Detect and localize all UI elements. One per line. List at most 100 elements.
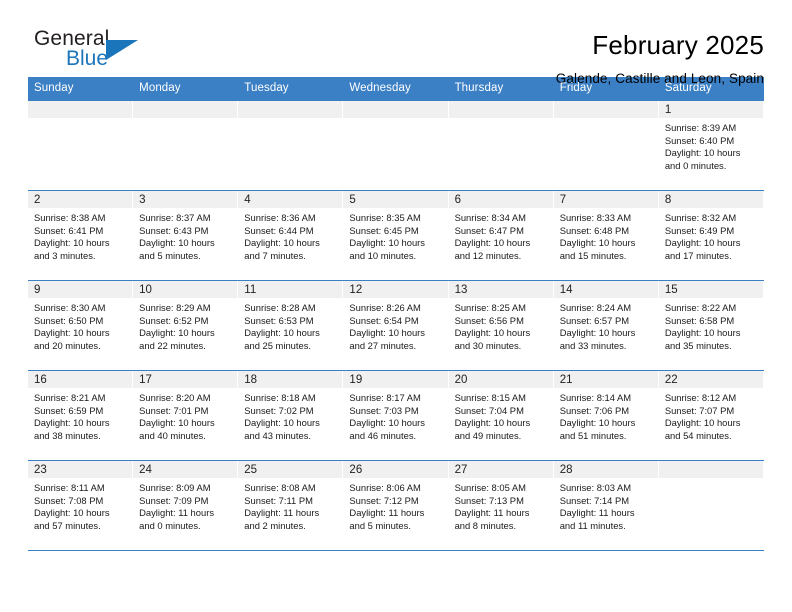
calendar-day-cell[interactable]: 5 Sunrise: 8:35 AM Sunset: 6:45 PM Daylight… (343, 190, 449, 281)
calendar-day-cell[interactable]: 14 Sunrise: 8:24 AM Sunset: 6:57 PM Dayligh… (553, 280, 659, 371)
calendar-day-cell[interactable]: 12 Sunrise: 8:26 AM Sunset: 6:54 PM Dayligh… (343, 280, 449, 371)
daylight-text-line2: and 5 minutes. (349, 519, 411, 531)
calendar-day-cell[interactable]: 1 Sunrise: 8:39 AM Sunset: 6:40 PM Daylight… (658, 100, 764, 191)
calendar-day-cell-empty (343, 100, 449, 191)
sunset-text: Sunset: 6:49 PM (664, 224, 735, 236)
day-number: 10 (133, 281, 239, 298)
sunset-text: Sunset: 6:45 PM (349, 224, 419, 236)
calendar-day-cell[interactable]: 4 Sunrise: 8:36 AM Sunset: 6:44 PM Daylight… (238, 190, 344, 281)
sunrise-text: Sunrise: 8:30 AM (34, 302, 106, 313)
brand-logo[interactable]: General Blue (28, 28, 178, 74)
calendar-day-cell[interactable]: 28 Sunrise: 8:03 AM Sunset: 7:14 PM Dayligh… (553, 460, 659, 551)
day-details: Sunrise: 8:12 AM Sunset: 7:07 PM Daylight:… (659, 388, 764, 442)
daylight-text-line1: Daylight: 11 hours (349, 507, 425, 519)
calendar-day-cell[interactable]: 18 Sunrise: 8:18 AM Sunset: 7:02 PM Dayligh… (238, 370, 344, 461)
sunrise-text: Sunrise: 8:38 AM (34, 212, 106, 223)
day-number: 16 (28, 371, 134, 388)
daylight-text-line2: and 2 minutes. (244, 519, 306, 531)
sunset-text: Sunset: 7:07 PM (664, 404, 735, 416)
sunset-text: Sunset: 7:08 PM (34, 494, 104, 506)
calendar-day-cell[interactable]: 3 Sunrise: 8:37 AM Sunset: 6:43 PM Daylight… (133, 190, 239, 281)
sunrise-text: Sunrise: 8:26 AM (349, 302, 421, 313)
sunrise-text: Sunrise: 8:25 AM (454, 302, 526, 313)
day-number (343, 101, 449, 118)
calendar-week-row: 2 Sunrise: 8:38 AM Sunset: 6:41 PM Daylight… (28, 190, 764, 281)
day-details: Sunrise: 8:11 AM Sunset: 7:08 PM Daylight:… (28, 478, 133, 532)
calendar-day-cell[interactable]: 17 Sunrise: 8:20 AM Sunset: 7:01 PM Dayligh… (133, 370, 239, 461)
daylight-text-line2: and 46 minutes. (349, 429, 417, 441)
calendar-day-cell[interactable]: 27 Sunrise: 8:05 AM Sunset: 7:13 PM Dayligh… (448, 460, 554, 551)
day-number: 25 (238, 461, 344, 478)
daylight-text-line2: and 3 minutes. (34, 249, 96, 261)
sunset-text: Sunset: 7:02 PM (244, 404, 314, 416)
calendar-day-cell[interactable]: 13 Sunrise: 8:25 AM Sunset: 6:56 PM Dayligh… (448, 280, 554, 371)
sunset-text: Sunset: 7:06 PM (559, 404, 630, 416)
day-details: Sunrise: 8:36 AM Sunset: 6:44 PM Daylight:… (238, 208, 343, 262)
day-details: Sunrise: 8:26 AM Sunset: 6:54 PM Daylight:… (343, 298, 448, 352)
page-title: February 2025 (592, 30, 764, 60)
calendar-day-cell[interactable]: 23 Sunrise: 8:11 AM Sunset: 7:08 PM Dayligh… (28, 460, 134, 551)
sunset-text: Sunset: 6:54 PM (349, 314, 419, 326)
calendar-day-cell[interactable]: 2 Sunrise: 8:38 AM Sunset: 6:41 PM Daylight… (28, 190, 134, 281)
day-number (553, 101, 659, 118)
daylight-text-line2: and 17 minutes. (664, 249, 732, 261)
day-details: Sunrise: 8:30 AM Sunset: 6:50 PM Daylight:… (28, 298, 133, 352)
sunset-text: Sunset: 7:12 PM (349, 494, 419, 506)
day-number (448, 101, 554, 118)
calendar-day-cell[interactable]: 10 Sunrise: 8:29 AM Sunset: 6:52 PM Dayligh… (133, 280, 239, 371)
daylight-text-line2: and 5 minutes. (139, 249, 201, 261)
day-details: Sunrise: 8:05 AM Sunset: 7:13 PM Daylight:… (449, 478, 554, 532)
day-number: 22 (658, 371, 764, 388)
calendar-day-cell[interactable]: 21 Sunrise: 8:14 AM Sunset: 7:06 PM Dayligh… (553, 370, 659, 461)
sunset-text: Sunset: 7:11 PM (244, 494, 313, 506)
calendar-day-cell[interactable]: 24 Sunrise: 8:09 AM Sunset: 7:09 PM Dayligh… (133, 460, 239, 551)
daylight-text-line2: and 38 minutes. (34, 429, 101, 441)
calendar-day-cell-empty (553, 100, 659, 191)
calendar-day-cell[interactable]: 16 Sunrise: 8:21 AM Sunset: 6:59 PM Dayligh… (28, 370, 134, 461)
day-number (28, 101, 134, 118)
day-details: Sunrise: 8:37 AM Sunset: 6:43 PM Daylight:… (133, 208, 238, 262)
sunrise-text: Sunrise: 8:33 AM (559, 212, 632, 223)
sunrise-text: Sunrise: 8:32 AM (664, 212, 737, 223)
sunset-text: Sunset: 6:56 PM (454, 314, 524, 326)
sunrise-text: Sunrise: 8:08 AM (244, 482, 316, 493)
calendar-day-cell[interactable]: 22 Sunrise: 8:12 AM Sunset: 7:07 PM Dayligh… (658, 370, 764, 461)
title-block: February 2025 Galende, Castille and Leon… (556, 28, 764, 88)
daylight-text-line2: and 51 minutes. (559, 429, 627, 441)
day-details: Sunrise: 8:38 AM Sunset: 6:41 PM Daylight:… (28, 208, 133, 262)
daylight-text-line1: Daylight: 10 hours (664, 417, 741, 429)
day-details: Sunrise: 8:18 AM Sunset: 7:02 PM Daylight:… (238, 388, 343, 442)
day-details: Sunrise: 8:14 AM Sunset: 7:06 PM Daylight:… (554, 388, 659, 442)
day-number: 12 (343, 281, 449, 298)
daylight-text-line2: and 8 minutes. (454, 519, 517, 531)
day-number: 9 (28, 281, 134, 298)
calendar-day-cell[interactable]: 11 Sunrise: 8:28 AM Sunset: 6:53 PM Dayligh… (238, 280, 344, 371)
calendar-week-row: 16 Sunrise: 8:21 AM Sunset: 6:59 PM Dayligh… (28, 370, 764, 461)
calendar-day-cell[interactable]: 9 Sunrise: 8:30 AM Sunset: 6:50 PM Daylight… (28, 280, 134, 371)
day-number: 19 (343, 371, 449, 388)
day-number: 2 (28, 191, 134, 208)
triangle-logo-icon (106, 40, 138, 60)
daylight-text-line1: Daylight: 10 hours (559, 417, 636, 429)
calendar-day-cell[interactable]: 8 Sunrise: 8:32 AM Sunset: 6:49 PM Daylight… (658, 190, 764, 281)
calendar-day-cell[interactable]: 19 Sunrise: 8:17 AM Sunset: 7:03 PM Dayligh… (343, 370, 449, 461)
day-number (238, 101, 344, 118)
calendar-day-cell[interactable]: 15 Sunrise: 8:22 AM Sunset: 6:58 PM Dayligh… (658, 280, 764, 371)
calendar-day-cell[interactable]: 26 Sunrise: 8:06 AM Sunset: 7:12 PM Dayligh… (343, 460, 449, 551)
sunset-text: Sunset: 7:13 PM (454, 494, 524, 506)
day-number: 6 (448, 191, 554, 208)
sunrise-text: Sunrise: 8:20 AM (139, 392, 211, 403)
daylight-text-line1: Daylight: 10 hours (349, 237, 425, 249)
calendar-day-cell[interactable]: 25 Sunrise: 8:08 AM Sunset: 7:11 PM Dayligh… (238, 460, 344, 551)
day-number: 15 (658, 281, 764, 298)
calendar-day-cell[interactable]: 7 Sunrise: 8:33 AM Sunset: 6:48 PM Daylight… (553, 190, 659, 281)
day-details: Sunrise: 8:09 AM Sunset: 7:09 PM Daylight:… (133, 478, 238, 532)
sunrise-text: Sunrise: 8:05 AM (454, 482, 526, 493)
daylight-text-line2: and 20 minutes. (34, 339, 101, 351)
calendar-day-cell[interactable]: 6 Sunrise: 8:34 AM Sunset: 6:47 PM Daylight… (448, 190, 554, 281)
calendar-day-cell[interactable]: 20 Sunrise: 8:15 AM Sunset: 7:04 PM Dayligh… (448, 370, 554, 461)
day-number: 24 (133, 461, 239, 478)
calendar-day-cell-empty (658, 460, 764, 551)
daylight-text-line1: Daylight: 10 hours (139, 237, 215, 249)
day-details: Sunrise: 8:06 AM Sunset: 7:12 PM Daylight:… (343, 478, 448, 532)
